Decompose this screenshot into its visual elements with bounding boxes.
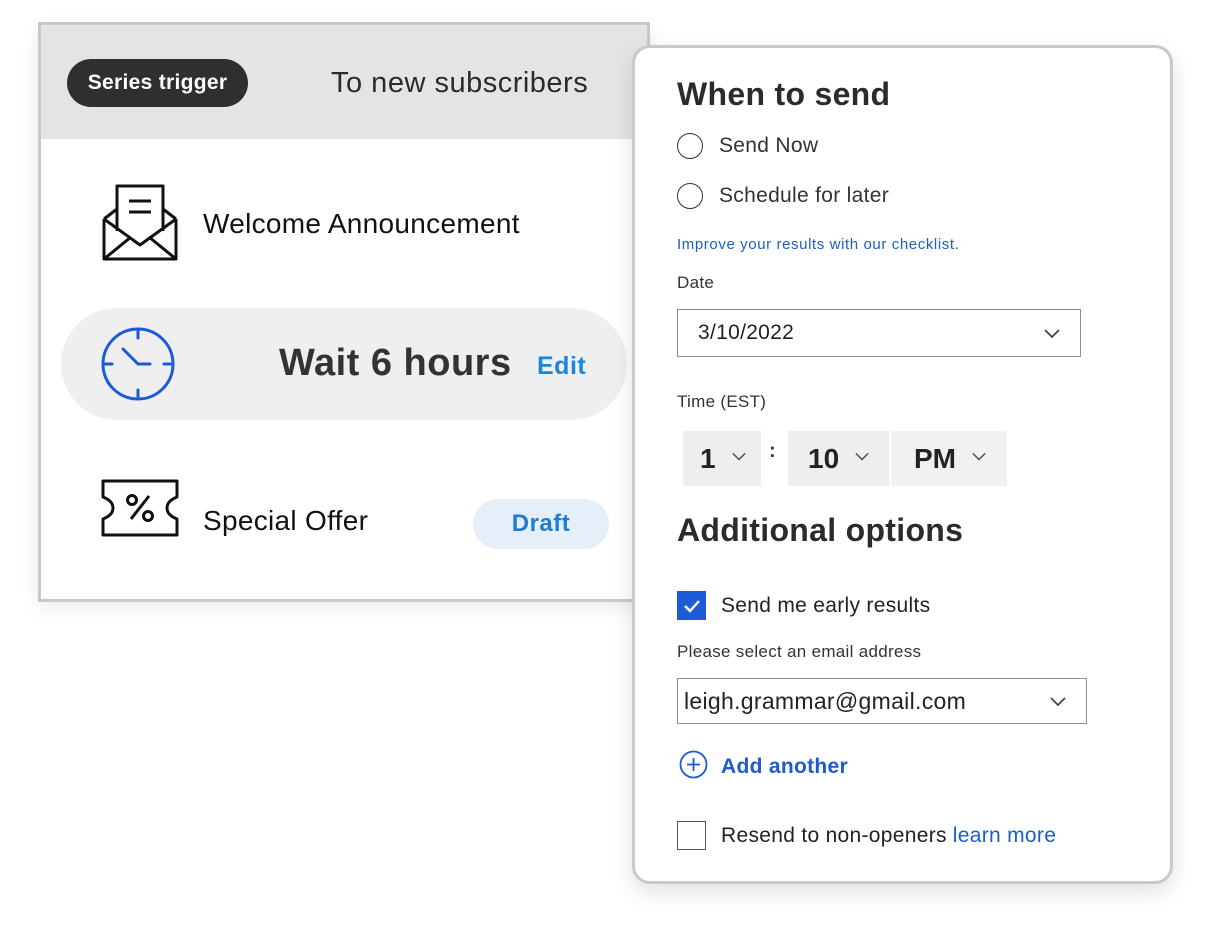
chevron-down-icon bbox=[972, 449, 986, 468]
learn-more-link[interactable]: learn more bbox=[953, 824, 1056, 847]
option-label: Schedule for later bbox=[719, 184, 889, 207]
series-header: Series trigger To new subscribers bbox=[41, 25, 647, 139]
series-trigger-badge[interactable]: Series trigger bbox=[67, 59, 248, 107]
when-to-send-heading: When to send bbox=[677, 76, 891, 112]
clock-icon bbox=[99, 325, 177, 408]
radio-send-now[interactable]: Send Now bbox=[677, 133, 818, 159]
resend-checkbox[interactable] bbox=[677, 821, 706, 850]
resend-label: Resend to non-openers bbox=[721, 823, 947, 847]
period-value: PM bbox=[914, 442, 956, 474]
radio-button[interactable] bbox=[677, 183, 703, 209]
time-label: Time (EST) bbox=[677, 392, 767, 411]
edit-wait-link[interactable]: Edit bbox=[537, 352, 586, 381]
step-title: Special Offer bbox=[203, 505, 369, 536]
checkmark-icon bbox=[683, 599, 700, 613]
early-results-label: Send me early results bbox=[721, 593, 931, 617]
resend-row[interactable]: Resend to non-openers learn more bbox=[677, 821, 1056, 850]
chevron-down-icon bbox=[731, 449, 746, 468]
series-card: Series trigger To new subscribers Welcom… bbox=[38, 22, 650, 602]
trigger-audience: To new subscribers bbox=[331, 67, 589, 99]
draft-status-badge: Draft bbox=[473, 499, 609, 549]
coupon-percent-icon bbox=[101, 479, 179, 542]
minute-select[interactable]: 10 bbox=[788, 431, 889, 486]
hour-value: 1 bbox=[700, 442, 716, 474]
add-another-button[interactable]: Add another bbox=[679, 750, 848, 784]
time-separator: : bbox=[769, 440, 776, 462]
early-results-row[interactable]: Send me early results bbox=[677, 591, 930, 620]
date-select[interactable]: 3/10/2022 bbox=[677, 309, 1081, 357]
add-another-label: Add another bbox=[721, 755, 848, 778]
envelope-open-icon bbox=[101, 183, 179, 268]
email-value: leigh.grammar@gmail.com bbox=[684, 687, 967, 714]
date-value: 3/10/2022 bbox=[698, 321, 795, 344]
chevron-down-icon bbox=[1050, 693, 1066, 714]
step-title: Welcome Announcement bbox=[203, 208, 520, 239]
early-results-checkbox[interactable] bbox=[677, 591, 706, 620]
when-to-send-panel: When to send Send Now Schedule for later… bbox=[632, 45, 1173, 884]
wait-duration: Wait 6 hours bbox=[279, 342, 512, 384]
email-prompt: Please select an email address bbox=[677, 642, 922, 661]
wait-step[interactable]: Wait 6 hours Edit bbox=[61, 308, 627, 420]
plus-circle-icon bbox=[679, 750, 708, 784]
additional-options-heading: Additional options bbox=[677, 512, 964, 548]
option-label: Send Now bbox=[719, 134, 819, 157]
chevron-down-icon bbox=[1044, 325, 1060, 346]
radio-button[interactable] bbox=[677, 133, 703, 159]
date-label: Date bbox=[677, 273, 715, 292]
radio-schedule-later[interactable]: Schedule for later bbox=[677, 183, 889, 209]
email-select[interactable]: leigh.grammar@gmail.com bbox=[677, 678, 1087, 724]
period-select[interactable]: PM bbox=[892, 431, 1007, 486]
checklist-link[interactable]: Improve your results with our checklist. bbox=[677, 236, 959, 253]
hour-select[interactable]: 1 bbox=[683, 431, 761, 486]
minute-value: 10 bbox=[808, 442, 840, 474]
chevron-down-icon bbox=[855, 449, 869, 468]
